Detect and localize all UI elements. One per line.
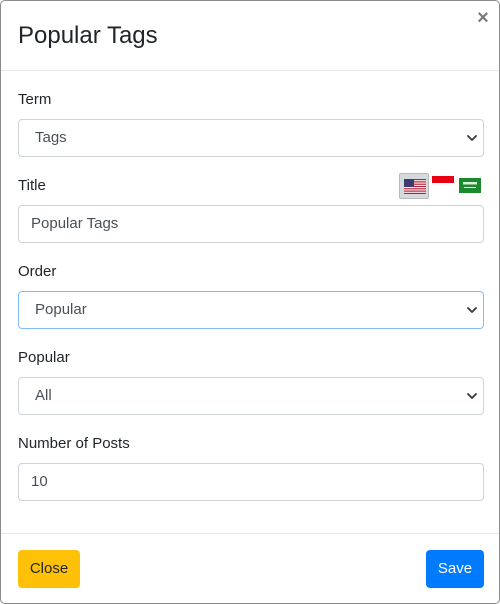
us-flag-icon bbox=[404, 179, 426, 194]
save-button[interactable]: Save bbox=[426, 550, 484, 588]
popular-select[interactable]: All bbox=[18, 377, 484, 415]
term-label: Term bbox=[18, 91, 52, 108]
order-select-value: Popular bbox=[35, 301, 87, 318]
close-button[interactable]: Close bbox=[18, 550, 80, 588]
number-of-posts-value: 10 bbox=[31, 473, 48, 490]
title-label: Title bbox=[18, 177, 46, 194]
term-select[interactable]: Tags bbox=[18, 119, 484, 157]
indonesia-flag-icon bbox=[432, 176, 454, 190]
order-select[interactable]: Popular bbox=[18, 291, 484, 329]
close-icon[interactable]: × bbox=[474, 7, 492, 29]
modal-header: Popular Tags bbox=[1, 1, 499, 71]
chevron-down-icon bbox=[467, 393, 477, 399]
popular-select-value: All bbox=[35, 387, 52, 404]
language-en[interactable] bbox=[399, 173, 429, 199]
number-of-posts-label: Number of Posts bbox=[18, 435, 130, 452]
modal-title: Popular Tags bbox=[18, 22, 158, 49]
title-input[interactable]: Popular Tags bbox=[18, 205, 484, 243]
order-label: Order bbox=[18, 263, 57, 280]
popular-tags-modal: Popular Tags × Term Tags Title Popular T… bbox=[0, 0, 500, 604]
number-of-posts-input[interactable]: 10 bbox=[18, 463, 484, 501]
language-ar[interactable] bbox=[456, 173, 486, 199]
chevron-down-icon bbox=[467, 307, 477, 313]
chevron-down-icon bbox=[467, 135, 477, 141]
popular-label: Popular bbox=[18, 349, 70, 366]
title-input-value: Popular Tags bbox=[31, 215, 119, 232]
language-id[interactable] bbox=[429, 173, 459, 199]
term-select-value: Tags bbox=[35, 129, 67, 146]
saudi-arabia-flag-icon bbox=[459, 178, 481, 193]
